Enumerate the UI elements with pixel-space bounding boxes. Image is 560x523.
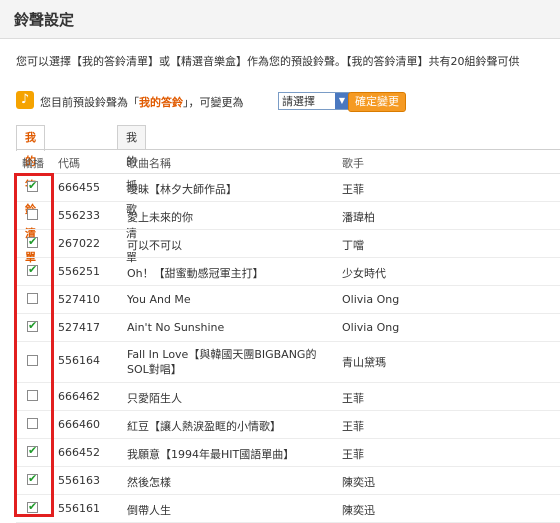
table-row: 267022 可以不可以 丁噹 bbox=[16, 230, 560, 258]
play-checkbox[interactable] bbox=[27, 319, 38, 333]
song-name: 然後怎樣 bbox=[127, 476, 171, 489]
table-row: 666460 紅豆【讓人熱淚盈眶的小情歌】 王菲 bbox=[16, 411, 560, 439]
default-ringtone-text: 您目前預設鈴聲為「我的答鈴」，可變更為 bbox=[40, 94, 244, 110]
play-checkbox[interactable] bbox=[27, 235, 38, 249]
play-checkbox[interactable] bbox=[27, 209, 38, 220]
table-row: 666455 曖昧【林夕大師作品】 王菲 bbox=[16, 174, 560, 202]
table-header: 輪播 代碼 歌曲名稱 歌手 bbox=[16, 151, 560, 174]
song-name: 倒帶人生 bbox=[127, 504, 171, 517]
song-name: 只愛陌生人 bbox=[127, 392, 182, 405]
ringtone-table: 輪播 代碼 歌曲名稱 歌手 666455曖昧【林夕大師作品】王菲556233愛上… bbox=[16, 151, 560, 523]
singer-name: 王菲 bbox=[342, 448, 364, 461]
singer-name: 少女時代 bbox=[342, 267, 386, 280]
song-name: 紅豆【讓人熱淚盈眶的小情歌】 bbox=[127, 420, 281, 433]
singer-name: 青山黛瑪 bbox=[342, 356, 386, 369]
play-checkbox[interactable] bbox=[27, 263, 38, 277]
singer-name: Olivia Ong bbox=[342, 321, 400, 334]
table-row: 527410 You And Me Olivia Ong bbox=[16, 286, 560, 314]
song-name: You And Me bbox=[127, 293, 191, 306]
singer-name: 王菲 bbox=[342, 392, 364, 405]
singer-name: 丁噹 bbox=[342, 239, 364, 252]
title-bar: 鈴聲設定 bbox=[0, 0, 560, 39]
singer-name: 王菲 bbox=[342, 420, 364, 433]
song-name: Oh！【甜蜜動感冠軍主打】 bbox=[127, 267, 264, 280]
column-header-play: 輪播 bbox=[22, 157, 44, 170]
description-text: 您可以選擇【我的答鈴清單】或【精選音樂盒】作為您的預設鈴聲。【我的答鈴清單】共有… bbox=[16, 55, 520, 68]
confirm-change-button[interactable]: 確定變更 bbox=[348, 92, 406, 112]
play-checkbox[interactable] bbox=[27, 390, 38, 401]
singer-name: Olivia Ong bbox=[342, 293, 400, 306]
play-checkbox[interactable] bbox=[27, 179, 38, 193]
song-name: 愛上未來的你 bbox=[127, 211, 193, 224]
table-row: 556233 愛上未來的你 潘瑋柏 bbox=[16, 202, 560, 230]
singer-name: 陳奕迅 bbox=[342, 504, 375, 517]
default-suffix: 」，可變更為 bbox=[183, 96, 244, 109]
song-code: 556233 bbox=[58, 209, 100, 222]
song-code: 556251 bbox=[58, 265, 100, 278]
table-body: 666455曖昧【林夕大師作品】王菲556233愛上未來的你潘瑋柏267022可… bbox=[16, 174, 560, 523]
singer-name: 陳奕迅 bbox=[342, 476, 375, 489]
song-code: 527417 bbox=[58, 321, 100, 334]
song-name: 我願意【1994年最HIT國語單曲】 bbox=[127, 448, 295, 461]
singer-name: 王菲 bbox=[342, 183, 364, 196]
ringtone-select-value: 請選擇 bbox=[282, 95, 315, 108]
song-code: 666462 bbox=[58, 390, 100, 403]
table-row: 556161 倒帶人生 陳奕迅 bbox=[16, 495, 560, 523]
play-checkbox[interactable] bbox=[27, 500, 38, 514]
tab-my-downloads-list[interactable]: 我的抓歌清單 bbox=[117, 125, 146, 264]
ringtone-select[interactable]: 請選擇 ▼ bbox=[278, 92, 350, 110]
current-default-value: 我的答鈴 bbox=[139, 96, 183, 109]
table-row: 556251 Oh！【甜蜜動感冠軍主打】 少女時代 bbox=[16, 258, 560, 286]
song-code: 556161 bbox=[58, 502, 100, 515]
song-code: 527410 bbox=[58, 293, 100, 306]
play-checkbox[interactable] bbox=[27, 444, 38, 458]
column-header-code: 代碼 bbox=[58, 157, 80, 170]
play-checkbox[interactable] bbox=[27, 293, 38, 304]
chevron-down-icon: ▼ bbox=[335, 93, 349, 109]
song-name: Ain't No Sunshine bbox=[127, 321, 225, 334]
table-row: 556164 Fall In Love【與韓國天團BIGBANG的SOL對唱】 青山… bbox=[16, 342, 560, 383]
play-checkbox[interactable] bbox=[27, 355, 38, 366]
page-title: 鈴聲設定 bbox=[14, 11, 75, 29]
song-code: 666452 bbox=[58, 446, 100, 459]
default-prefix: 您目前預設鈴聲為「 bbox=[40, 96, 139, 109]
table-row: 527417 Ain't No Sunshine Olivia Ong bbox=[16, 314, 560, 342]
song-code: 666460 bbox=[58, 418, 100, 431]
column-header-singer: 歌手 bbox=[342, 157, 364, 170]
song-name: 曖昧【林夕大師作品】 bbox=[127, 183, 237, 196]
song-name: 可以不可以 bbox=[127, 239, 182, 252]
tab-my-ringback-list[interactable]: 我的答鈴清單 bbox=[16, 125, 45, 264]
table-row: 556163 然後怎樣 陳奕迅 bbox=[16, 467, 560, 495]
music-note-icon: ♪ bbox=[16, 91, 34, 109]
song-code: 267022 bbox=[58, 237, 100, 250]
play-checkbox[interactable] bbox=[27, 472, 38, 486]
play-checkbox[interactable] bbox=[27, 418, 38, 429]
song-code: 666455 bbox=[58, 181, 100, 194]
song-code: 556164 bbox=[58, 354, 100, 367]
singer-name: 潘瑋柏 bbox=[342, 211, 375, 224]
column-header-song: 歌曲名稱 bbox=[127, 157, 171, 170]
song-name: Fall In Love【與韓國天團BIGBANG的SOL對唱】 bbox=[127, 348, 317, 376]
song-code: 556163 bbox=[58, 474, 100, 487]
tab-divider bbox=[16, 149, 560, 150]
table-row: 666462 只愛陌生人 王菲 bbox=[16, 383, 560, 411]
table-row: 666452 我願意【1994年最HIT國語單曲】 王菲 bbox=[16, 439, 560, 467]
